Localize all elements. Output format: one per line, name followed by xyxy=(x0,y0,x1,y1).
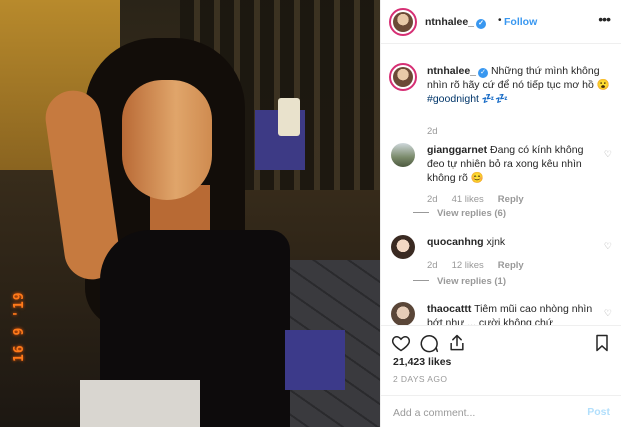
caption-hashtag[interactable]: #goodnight xyxy=(427,93,479,105)
comment-text: quocanhng xjnk xyxy=(427,235,597,249)
commenter-username[interactable]: quocanhng xyxy=(427,236,484,248)
caption-username[interactable]: ntnhalee_ xyxy=(427,65,476,77)
view-replies-button[interactable]: View replies (1) xyxy=(437,276,506,287)
comment-meta: 2d 41 likes Reply xyxy=(427,194,538,205)
comment-time[interactable]: 2d xyxy=(427,194,438,205)
post-actions: 21,423 likes 2 DAYS AGO Post xyxy=(381,325,621,427)
post-sidebar: ntnhalee_ ✓ • Follow ••• ntnhalee_ ✓ Những… xyxy=(380,0,621,427)
background-cup xyxy=(278,98,300,136)
bookmark-icon[interactable] xyxy=(592,333,612,353)
heart-icon[interactable] xyxy=(391,333,411,353)
heart-icon[interactable]: ♡ xyxy=(604,241,612,252)
author-username[interactable]: ntnhalee_ ✓ xyxy=(425,16,487,29)
comment-time[interactable]: 2d xyxy=(427,260,438,271)
subject-skirt xyxy=(80,380,200,427)
comment-text: thaocattt Tiêm mũi cao nhòng nhìn bớt nh… xyxy=(427,302,597,325)
comment-icon[interactable] xyxy=(419,333,439,353)
author-username-text[interactable]: ntnhalee_ xyxy=(425,16,474,28)
caption-time[interactable]: 2d xyxy=(427,126,438,137)
heart-icon[interactable]: ♡ xyxy=(604,149,612,160)
reply-button[interactable]: Reply xyxy=(498,194,524,205)
comment-input[interactable] xyxy=(393,405,573,421)
comment-text: gianggarnet Đang có kính không đeo tự nh… xyxy=(427,143,597,185)
header-separator: • xyxy=(498,15,502,26)
subject-face xyxy=(122,80,212,200)
caption-text: ntnhalee_ ✓ Những thứ mình không nhìn rõ … xyxy=(427,64,617,106)
likes-count[interactable]: 21,423 likes xyxy=(393,356,451,368)
add-comment-bar: Post xyxy=(381,395,621,427)
author-avatar[interactable] xyxy=(389,8,417,36)
heart-icon[interactable]: ♡ xyxy=(604,308,612,319)
share-icon[interactable] xyxy=(447,333,467,353)
photo-date-stamp: 16 9 '19 xyxy=(12,291,27,362)
comment-body: xjnk xyxy=(486,236,506,248)
post-comment-button[interactable]: Post xyxy=(587,406,610,418)
comment-likes[interactable]: 12 likes xyxy=(452,260,484,271)
comment-likes[interactable]: 41 likes xyxy=(452,194,484,205)
commenter-avatar[interactable] xyxy=(391,302,415,325)
verified-badge-icon: ✓ xyxy=(478,68,489,78)
more-icon[interactable]: ••• xyxy=(598,11,611,27)
post-header: ntnhalee_ ✓ • Follow ••• xyxy=(381,0,621,44)
sleep-emoji: 💤💤 xyxy=(481,93,509,105)
follow-button[interactable]: Follow xyxy=(504,16,537,28)
commenter-username[interactable]: gianggarnet xyxy=(427,144,487,156)
comment-meta: 2d 12 likes Reply xyxy=(427,260,538,271)
foreground-chair xyxy=(285,330,345,390)
view-replies-button[interactable]: View replies (6) xyxy=(437,208,506,219)
commenter-avatar[interactable] xyxy=(391,235,415,259)
comments-list[interactable]: ntnhalee_ ✓ Những thứ mình không nhìn rõ … xyxy=(381,45,621,325)
post-timestamp[interactable]: 2 DAYS AGO xyxy=(393,374,447,384)
reply-button[interactable]: Reply xyxy=(498,260,524,271)
commenter-username[interactable]: thaocattt xyxy=(427,303,471,315)
post-photo[interactable]: 16 9 '19 xyxy=(0,0,380,427)
commenter-avatar[interactable] xyxy=(391,143,415,167)
caption-avatar[interactable] xyxy=(389,63,417,91)
verified-badge-icon: ✓ xyxy=(476,19,487,29)
